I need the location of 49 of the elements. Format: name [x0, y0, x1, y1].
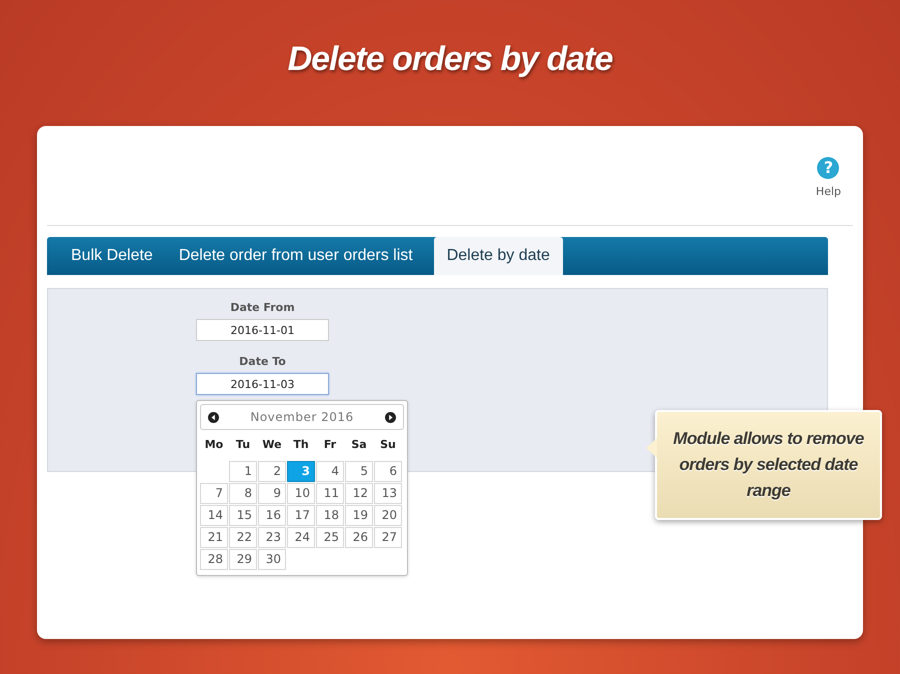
day-cell[interactable]: 13	[374, 483, 402, 504]
page-headline: Delete orders by date	[288, 39, 612, 80]
day-cell[interactable]: 6	[374, 461, 402, 482]
weekday-label: Mo	[204, 437, 224, 453]
day-cell[interactable]: 30	[258, 549, 286, 570]
day-cell[interactable]: 4	[316, 461, 344, 482]
field-label: Date From	[230, 301, 295, 315]
date-field[interactable]: 2016-11-03	[196, 373, 329, 395]
day-cell[interactable]: 29	[229, 549, 257, 570]
day-cell[interactable]: 22	[229, 527, 257, 548]
weekday-label: Fr	[322, 437, 338, 453]
tab[interactable]: Bulk Delete	[58, 237, 166, 275]
day-cell[interactable]: 17	[287, 505, 315, 526]
day-cell[interactable]: 19	[345, 505, 373, 526]
day-cell[interactable]: 28	[200, 549, 228, 570]
day-cell[interactable]: 23	[258, 527, 286, 548]
day-cell[interactable]: 2	[258, 461, 286, 482]
day-cell[interactable]: 14	[200, 505, 228, 526]
day-cell[interactable]: 5	[345, 461, 373, 482]
help-label[interactable]: Help	[816, 185, 841, 198]
weekday-label: Su	[379, 437, 397, 453]
day-cell[interactable]: 8	[229, 483, 257, 504]
field-label: Date To	[239, 355, 286, 369]
day-cell[interactable]: 18	[316, 505, 344, 526]
callout-text: Module allows to remove orders by selected date range	[672, 428, 865, 502]
day-cell[interactable]: 24	[287, 527, 315, 548]
day-cell[interactable]: 9	[258, 483, 286, 504]
day-cell[interactable]: 27	[374, 527, 402, 548]
day-cell[interactable]: 10	[287, 483, 315, 504]
day-cell[interactable]: 25	[316, 527, 344, 548]
day-cell[interactable]: 1	[229, 461, 257, 482]
date-field[interactable]: 2016-11-01	[196, 319, 329, 341]
day-cell[interactable]: 26	[345, 527, 373, 548]
month-label: November 2016	[250, 410, 354, 424]
weekday-label: We	[261, 437, 283, 453]
next-month-icon[interactable]	[385, 412, 396, 422]
day-cell[interactable]: 21	[200, 527, 228, 548]
weekday-label: Th	[292, 437, 310, 453]
day-cell[interactable]: 20	[374, 505, 402, 526]
day-cell[interactable]: 7	[200, 483, 228, 504]
tab[interactable]: Delete order from user orders list	[166, 237, 426, 275]
weekday-label: Tu	[234, 437, 252, 453]
day-cell[interactable]: 15	[229, 505, 257, 526]
tab[interactable]: Delete by date	[434, 237, 563, 275]
day-cell[interactable]: 16	[258, 505, 286, 526]
day-cell[interactable]: 12	[345, 483, 373, 504]
previous-month-icon[interactable]	[208, 412, 219, 422]
day-cell[interactable]: 11	[316, 483, 344, 504]
weekday-label: Sa	[350, 437, 368, 453]
